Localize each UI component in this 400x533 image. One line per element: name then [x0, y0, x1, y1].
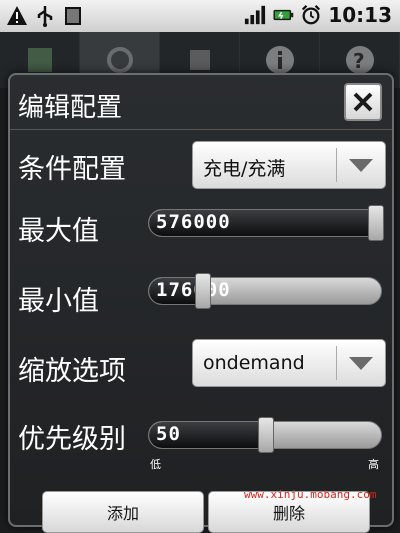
close-button[interactable] [344, 83, 382, 121]
max-value: 576000 [156, 211, 231, 233]
dialog-title: 编辑配置 [18, 93, 123, 123]
chevron-down-icon [349, 159, 373, 172]
condition-value: 充电/充满 [203, 158, 286, 180]
min-seekbar[interactable]: 176000 [148, 273, 382, 309]
priority-value: 50 [156, 423, 181, 445]
min-label: 最小值 [18, 286, 99, 317]
condition-label: 条件配置 [18, 154, 126, 185]
priority-low-label: 低 [150, 458, 161, 471]
priority-thumb[interactable] [258, 417, 274, 453]
priority-label: 优先级别 [18, 424, 126, 455]
governor-spinner[interactable]: ondemand [192, 339, 386, 387]
watermark-text: www.xinju.mobang.com [244, 488, 377, 501]
priority-seekbar[interactable]: 50 [148, 417, 382, 453]
warning-icon [6, 4, 28, 28]
add-button[interactable]: 添加 [42, 491, 204, 533]
max-label: 最大值 [18, 216, 99, 247]
min-value: 176000 [156, 279, 231, 301]
min-thumb[interactable] [194, 273, 211, 309]
battery-icon [272, 3, 294, 27]
edit-config-dialog: 编辑配置 条件配置 充电/充满 最大值 576000 最小值 176000 缩放… [8, 73, 394, 533]
usb-icon [34, 4, 56, 28]
priority-high-label: 高 [368, 458, 379, 471]
signal-icon [244, 3, 266, 27]
chevron-down-icon [349, 357, 373, 370]
status-bar: 10:13 [0, 0, 400, 32]
governor-value: ondemand [203, 352, 305, 374]
title-divider [10, 129, 392, 130]
condition-spinner[interactable]: 充电/充满 [192, 141, 386, 189]
governor-label: 缩放选项 [18, 356, 126, 387]
close-icon [353, 92, 373, 112]
max-seekbar[interactable]: 576000 [148, 205, 384, 241]
alarm-icon [300, 3, 322, 27]
svg-text:?: ? [353, 49, 365, 73]
max-thumb[interactable] [368, 205, 384, 241]
status-time: 10:13 [328, 3, 392, 27]
sd-card-icon [62, 4, 84, 28]
